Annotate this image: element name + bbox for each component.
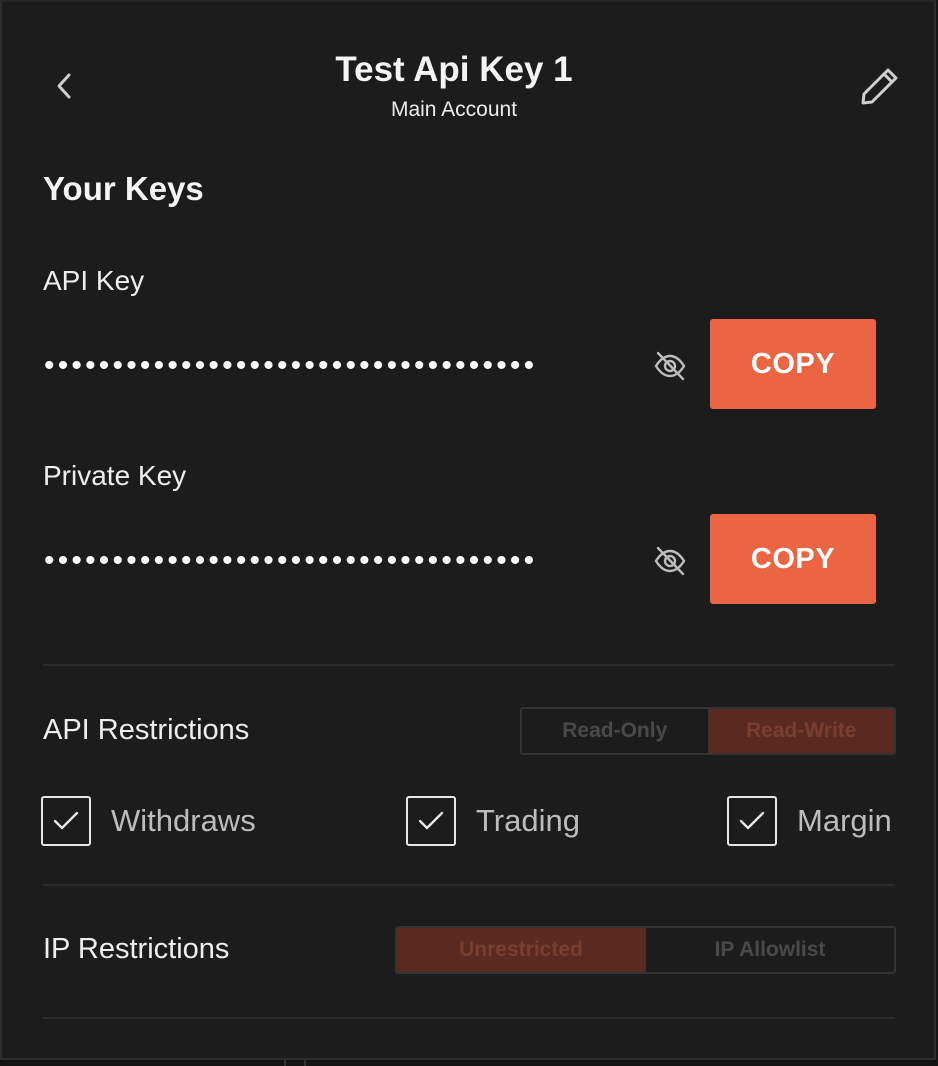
divider <box>43 884 895 886</box>
api-key-value: •••••••••••••••••••••••••••••••••••• <box>44 349 538 382</box>
withdraws-checkbox[interactable]: Withdraws <box>41 796 256 846</box>
trading-label: Trading <box>476 803 580 838</box>
margin-label: Margin <box>797 803 892 838</box>
copy-private-key-button[interactable]: COPY <box>710 514 876 604</box>
ip-restrictions-toggle: Unrestricted IP Allowlist <box>395 926 896 974</box>
checkbox-box <box>406 796 456 846</box>
read-only-option[interactable]: Read-Only <box>522 709 708 753</box>
edit-button[interactable] <box>854 62 906 110</box>
check-icon <box>418 811 444 830</box>
margin-checkbox[interactable]: Margin <box>727 796 892 846</box>
checkbox-box <box>727 796 777 846</box>
bottom-strip <box>0 1060 938 1066</box>
eye-off-icon <box>654 546 686 576</box>
check-icon <box>739 811 765 830</box>
unrestricted-option[interactable]: Unrestricted <box>397 928 645 972</box>
your-keys-heading: Your Keys <box>43 170 204 207</box>
api-restrictions-label: API Restrictions <box>43 714 250 746</box>
divider <box>43 1017 895 1019</box>
account-subtitle: Main Account <box>390 98 518 121</box>
api-key-visibility-toggle[interactable] <box>652 348 688 384</box>
pencil-icon <box>861 68 898 105</box>
api-key-detail-panel: Test Api Key 1 Main Account Your Keys AP… <box>0 0 936 1060</box>
check-icon <box>53 811 79 830</box>
ip-restrictions-label: IP Restrictions <box>43 933 230 965</box>
private-key-visibility-toggle[interactable] <box>652 543 688 579</box>
trading-checkbox[interactable]: Trading <box>406 796 580 846</box>
copy-api-key-button[interactable]: COPY <box>710 319 876 409</box>
withdraws-label: Withdraws <box>111 803 256 838</box>
eye-off-icon <box>654 351 686 381</box>
checkbox-box <box>41 796 91 846</box>
private-key-value: •••••••••••••••••••••••••••••••••••• <box>44 544 538 577</box>
read-write-option[interactable]: Read-Write <box>707 709 894 753</box>
ip-allowlist-option[interactable]: IP Allowlist <box>645 928 894 972</box>
api-access-toggle: Read-Only Read-Write <box>520 707 896 755</box>
page-title: Test Api Key 1 <box>335 50 573 89</box>
api-key-label: API Key <box>43 265 145 296</box>
divider <box>43 664 895 666</box>
private-key-label: Private Key <box>43 460 187 491</box>
